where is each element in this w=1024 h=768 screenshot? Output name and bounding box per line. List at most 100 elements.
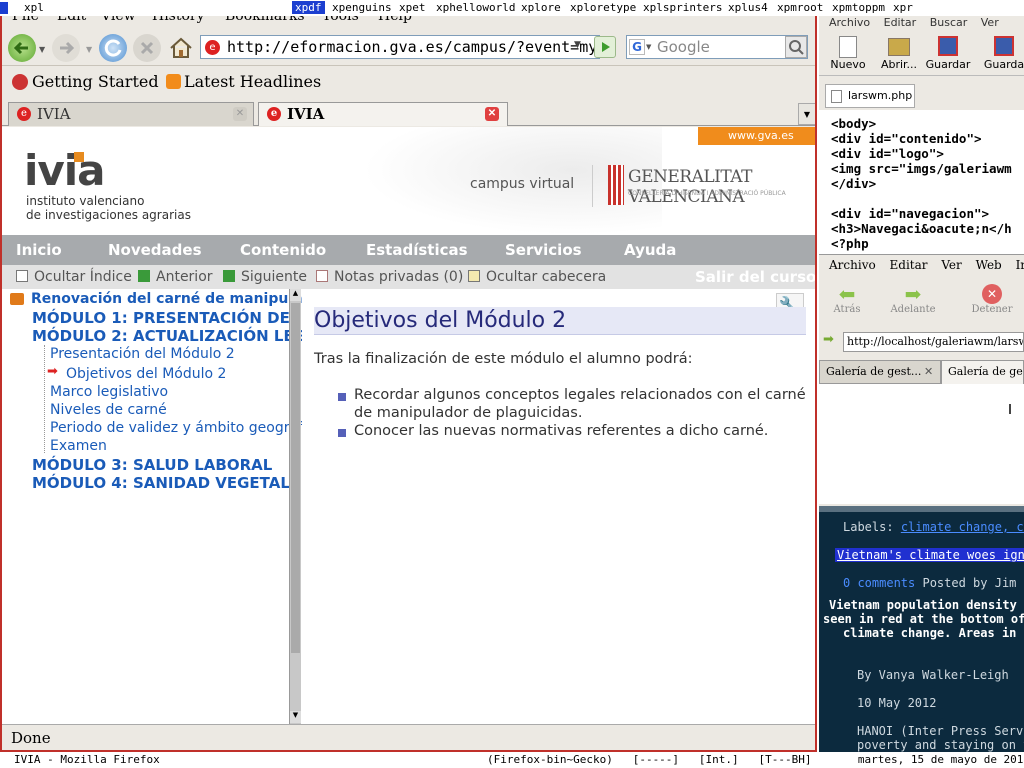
editor-menu-buscar[interactable]: Buscar xyxy=(930,16,968,29)
tree-module-1[interactable]: MÓDULO 1: PRESENTACIÓN DEL CU xyxy=(32,309,328,327)
scroll-up-icon[interactable]: ▲ xyxy=(290,289,301,301)
wm-item[interactable]: xpl xyxy=(24,1,44,14)
nav-inicio[interactable]: Inicio xyxy=(16,235,62,265)
wm-item-selected[interactable]: xpdf xyxy=(292,1,325,14)
course-toolbar: Ocultar Índice Anterior Siguiente Notas … xyxy=(2,265,815,289)
editor-new-button[interactable]: Nuevo xyxy=(827,36,869,71)
tree-item-examen[interactable]: Examen xyxy=(50,438,107,454)
taskbar-window-title[interactable]: IVIA - Mozilla Firefox xyxy=(14,752,160,768)
bookmark-latest-headlines[interactable]: Latest Headlines xyxy=(184,72,321,91)
hide-header-label: Ocultar cabecera xyxy=(486,269,607,285)
wm-item[interactable]: xpmtoppm xyxy=(832,1,885,14)
wm-item[interactable]: xplus4 xyxy=(728,1,768,14)
tab-list-dropdown-icon[interactable]: ▼ xyxy=(798,103,815,125)
b2-back-button[interactable]: ⬅ Atrás xyxy=(827,284,867,315)
tab-close-icon[interactable]: ✕ xyxy=(233,107,247,121)
b2-menu-ver[interactable]: Ver xyxy=(941,258,961,272)
tree-item-niveles[interactable]: Niveles de carné xyxy=(50,402,167,418)
blog-headline[interactable]: Vietnam's climate woes igni xyxy=(835,548,1024,562)
tree-item-objetivos[interactable]: Objetivos del Módulo 2 xyxy=(66,366,226,382)
tab-ivia-1[interactable]: e IVIA ✕ xyxy=(8,102,254,126)
forward-dropdown-icon[interactable]: ▼ xyxy=(86,45,92,54)
wm-item[interactable]: xpr xyxy=(893,1,913,14)
forward-button[interactable] xyxy=(52,34,80,62)
tab-ivia-2[interactable]: e IVIA ✕ xyxy=(258,102,508,126)
home-button[interactable] xyxy=(167,34,195,62)
conselleria-label: CONSELLERIA D'HISENDA I ADMINISTRACIÓ PÚ… xyxy=(628,190,786,197)
nav-estadisticas[interactable]: Estadísticas xyxy=(366,235,468,265)
b2-forward-button[interactable]: ➡ Adelante xyxy=(885,284,941,315)
bookmark-getting-started[interactable]: Getting Started xyxy=(32,72,159,91)
editor-menu-editar[interactable]: Editar xyxy=(884,16,917,29)
b2-tab-2[interactable]: Galería de ges xyxy=(941,360,1024,384)
stop-button[interactable] xyxy=(133,34,161,62)
tree-item-presentacion[interactable]: Presentación del Módulo 2 xyxy=(50,346,235,362)
save-as-icon xyxy=(994,36,1014,56)
wm-item[interactable]: xpet xyxy=(399,1,426,14)
url-bar[interactable]: e http://eformacion.gva.es/campus/?event… xyxy=(200,35,600,59)
exit-course-link[interactable]: Salir del curso xyxy=(695,265,815,289)
back-button[interactable] xyxy=(8,34,36,62)
wm-item[interactable]: xpenguins xyxy=(332,1,392,14)
tree-module-4[interactable]: MÓDULO 4: SANIDAD VEGETAL xyxy=(32,474,290,492)
url-dropdown-icon[interactable]: ▼ xyxy=(574,40,581,50)
second-browser: Archivo Editar Ver Web Ir ⬅ Atrás ➡ Adel… xyxy=(819,254,1024,526)
editor-menu-ver[interactable]: Ver xyxy=(981,16,999,29)
wm-item[interactable]: xphelloworld xyxy=(436,1,515,14)
nav-ayuda[interactable]: Ayuda xyxy=(624,235,676,265)
tree-item-periodo[interactable]: Periodo de validez y ámbito geográfico xyxy=(50,420,323,436)
editor-save-button[interactable]: Guardar xyxy=(923,36,973,71)
scroll-down-icon[interactable]: ▼ xyxy=(290,711,301,723)
editor-file-tab[interactable]: larswm.php xyxy=(825,84,915,108)
b2-menu-editar[interactable]: Editar xyxy=(890,258,928,272)
open-label: Abrir... xyxy=(880,58,918,71)
b2-stop-button[interactable]: ✕ Detener xyxy=(967,284,1017,315)
blog-comments-link[interactable]: 0 comments xyxy=(843,576,915,590)
tree-module-2[interactable]: MÓDULO 2: ACTUALIZACIÓN LEGISL xyxy=(32,327,332,345)
scroll-thumb[interactable] xyxy=(291,303,300,653)
blog-posted: Posted by Jim a xyxy=(922,576,1024,590)
next-button[interactable]: Siguiente xyxy=(223,265,307,289)
ivia-logo-text: ivia xyxy=(24,146,106,195)
editor-menu-archivo[interactable]: Archivo xyxy=(829,16,870,29)
b2-menu-archivo[interactable]: Archivo xyxy=(829,258,876,272)
private-notes-button[interactable]: Notas privadas (0) xyxy=(316,265,463,289)
b2-url-bar[interactable]: http://localhost/galeriawm/larswm. xyxy=(843,332,1024,352)
search-button[interactable] xyxy=(785,36,807,58)
hide-index-button[interactable]: Ocultar Índice xyxy=(16,265,132,289)
editor-open-button[interactable]: Abrir... xyxy=(875,36,923,71)
go-button[interactable] xyxy=(594,36,616,58)
header-icon xyxy=(468,270,480,282)
gva-link[interactable]: www.gva.es xyxy=(698,127,815,145)
nav-contenido[interactable]: Contenido xyxy=(240,235,326,265)
tree-item-marco[interactable]: Marco legislativo xyxy=(50,384,168,400)
tree-course-root[interactable]: Renovación del carné de manipulado xyxy=(31,291,322,307)
b2-back-icon: ⬅ xyxy=(838,282,856,306)
php-file-icon xyxy=(831,90,842,103)
wm-item[interactable]: xpmroot xyxy=(777,1,823,14)
b2-tab-1[interactable]: Galería de gest... ✕ xyxy=(819,360,941,384)
blog-labels-links[interactable]: climate change, co xyxy=(901,520,1024,534)
wm-item[interactable]: xplore xyxy=(521,1,561,14)
hide-header-button[interactable]: Ocultar cabecera xyxy=(468,265,606,289)
reload-button[interactable] xyxy=(99,34,127,62)
nav-servicios[interactable]: Servicios xyxy=(505,235,582,265)
editor-saveas-button[interactable]: Guarda xyxy=(979,36,1024,71)
back-dropdown-icon[interactable]: ▼ xyxy=(39,45,45,54)
index-scrollbar[interactable]: ▲ ▼ xyxy=(289,289,301,724)
b2-menu-web[interactable]: Web xyxy=(976,258,1002,272)
prev-button[interactable]: Anterior xyxy=(138,265,213,289)
site-main-nav: Inicio Novedades Contenido Estadísticas … xyxy=(2,235,815,265)
tree-module-3[interactable]: MÓDULO 3: SALUD LABORAL xyxy=(32,456,272,474)
back-arrow-icon xyxy=(13,41,28,55)
b2-menu-ir[interactable]: Ir xyxy=(1016,258,1024,272)
b2-tab-close-icon[interactable]: ✕ xyxy=(924,361,933,383)
engine-dropdown-icon[interactable]: ▼ xyxy=(646,36,651,58)
tab-close-icon[interactable]: ✕ xyxy=(485,107,499,121)
blog-labels-prefix: Labels: xyxy=(843,520,894,534)
search-input[interactable]: G ▼ Google xyxy=(626,35,808,59)
wm-item[interactable]: xplsprinters xyxy=(643,1,722,14)
wm-item[interactable]: xploretype xyxy=(570,1,636,14)
nav-novedades[interactable]: Novedades xyxy=(108,235,202,265)
google-engine-icon[interactable]: G xyxy=(629,39,645,55)
